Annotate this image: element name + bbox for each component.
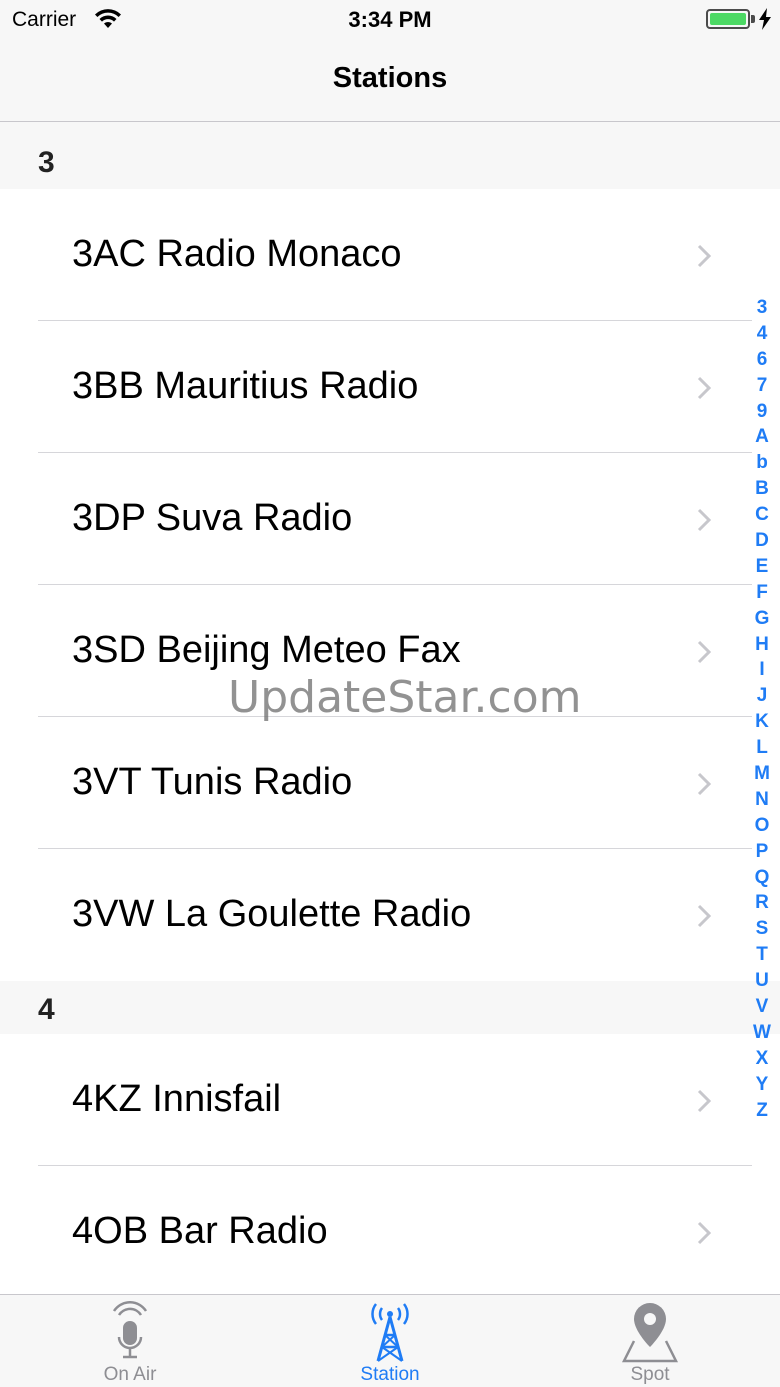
page-title: Stations xyxy=(332,62,448,94)
section-index-item[interactable]: Y xyxy=(750,1072,774,1098)
section-index-item[interactable]: A xyxy=(750,424,774,450)
station-name: 3DP Suva Radio xyxy=(72,497,353,539)
status-bar: Carrier 3:34 PM xyxy=(0,0,780,40)
section-index-item[interactable]: 9 xyxy=(750,399,774,425)
section-index-item[interactable]: B xyxy=(750,476,774,502)
tab-bar: On Air Station Spot xyxy=(0,1294,780,1387)
section-index-item[interactable]: E xyxy=(750,554,774,580)
section-index-item[interactable]: O xyxy=(750,813,774,839)
chevron-right-icon xyxy=(697,904,711,928)
chevron-right-icon xyxy=(697,508,711,532)
section-index-item[interactable]: Z xyxy=(750,1098,774,1124)
watermark: UpdateStar.com xyxy=(228,672,582,723)
tab-station[interactable]: Station xyxy=(260,1295,520,1387)
section-index[interactable]: 34679AbBCDEFGHIJKLMNOPQRSTUVWXYZ xyxy=(750,295,774,1124)
section-index-item[interactable]: K xyxy=(750,709,774,735)
section-header-label: 4 xyxy=(38,993,55,1026)
tab-spot[interactable]: Spot xyxy=(520,1295,780,1387)
section-index-item[interactable]: V xyxy=(750,994,774,1020)
section-index-item[interactable]: H xyxy=(750,632,774,658)
tab-on-air[interactable]: On Air xyxy=(0,1295,260,1387)
section-index-item[interactable]: L xyxy=(750,735,774,761)
section-index-item[interactable]: 7 xyxy=(750,373,774,399)
section-index-item[interactable]: J xyxy=(750,683,774,709)
section-index-item[interactable]: Q xyxy=(750,865,774,891)
station-name: 3SD Beijing Meteo Fax xyxy=(72,629,461,671)
radio-tower-icon xyxy=(371,1303,409,1362)
section-index-item[interactable]: b xyxy=(750,450,774,476)
section-index-item[interactable]: W xyxy=(750,1020,774,1046)
station-name: 3AC Radio Monaco xyxy=(72,233,402,275)
tab-label: Station xyxy=(360,1364,420,1385)
battery-icon xyxy=(706,9,750,29)
station-name: 3VT Tunis Radio xyxy=(72,761,353,803)
chevron-right-icon xyxy=(697,1089,711,1113)
section-index-item[interactable]: M xyxy=(750,761,774,787)
charging-bolt-icon xyxy=(759,8,771,30)
section-header: 4 xyxy=(0,981,780,1034)
navigation-bar: Stations xyxy=(0,40,780,122)
section-index-item[interactable]: D xyxy=(750,528,774,554)
section-index-item[interactable]: N xyxy=(750,787,774,813)
battery-cap xyxy=(751,15,755,23)
station-name: 4OB Bar Radio xyxy=(72,1210,328,1252)
tab-label: On Air xyxy=(103,1364,157,1385)
station-name: 3BB Mauritius Radio xyxy=(72,365,419,407)
table-row[interactable]: 3BB Mauritius Radio xyxy=(0,321,780,453)
table-row[interactable]: 4KZ Innisfail xyxy=(0,1034,780,1166)
table-row[interactable]: 4OB Bar Radio xyxy=(0,1166,780,1294)
table-row[interactable]: 3AC Radio Monaco xyxy=(0,189,780,321)
section-index-item[interactable]: C xyxy=(750,502,774,528)
chevron-right-icon xyxy=(697,772,711,796)
section-index-item[interactable]: U xyxy=(750,968,774,994)
chevron-right-icon xyxy=(697,1221,711,1245)
section-index-item[interactable]: I xyxy=(750,657,774,683)
section-index-item[interactable]: 4 xyxy=(750,321,774,347)
station-name: 4KZ Innisfail xyxy=(72,1078,282,1120)
status-time: 3:34 PM xyxy=(348,7,432,32)
section-index-item[interactable]: T xyxy=(750,942,774,968)
section-index-item[interactable]: R xyxy=(750,890,774,916)
section-header: 3 xyxy=(0,122,780,189)
table-row[interactable]: 3DP Suva Radio xyxy=(0,453,780,585)
section-index-item[interactable]: 3 xyxy=(750,295,774,321)
station-name: 3VW La Goulette Radio xyxy=(72,893,472,935)
table-row[interactable]: 3VW La Goulette Radio xyxy=(0,849,780,981)
map-pin-icon xyxy=(621,1303,679,1363)
tab-label: Spot xyxy=(630,1364,670,1385)
chevron-right-icon xyxy=(697,640,711,664)
section-index-item[interactable]: X xyxy=(750,1046,774,1072)
microphone-icon xyxy=(112,1301,148,1359)
section-header-label: 3 xyxy=(38,146,55,179)
section-index-item[interactable]: 6 xyxy=(750,347,774,373)
chevron-right-icon xyxy=(697,376,711,400)
section-index-item[interactable]: F xyxy=(750,580,774,606)
section-index-item[interactable]: S xyxy=(750,916,774,942)
chevron-right-icon xyxy=(697,244,711,268)
section-index-item[interactable]: G xyxy=(750,606,774,632)
section-index-item[interactable]: P xyxy=(750,839,774,865)
table-row[interactable]: 3VT Tunis Radio xyxy=(0,717,780,849)
